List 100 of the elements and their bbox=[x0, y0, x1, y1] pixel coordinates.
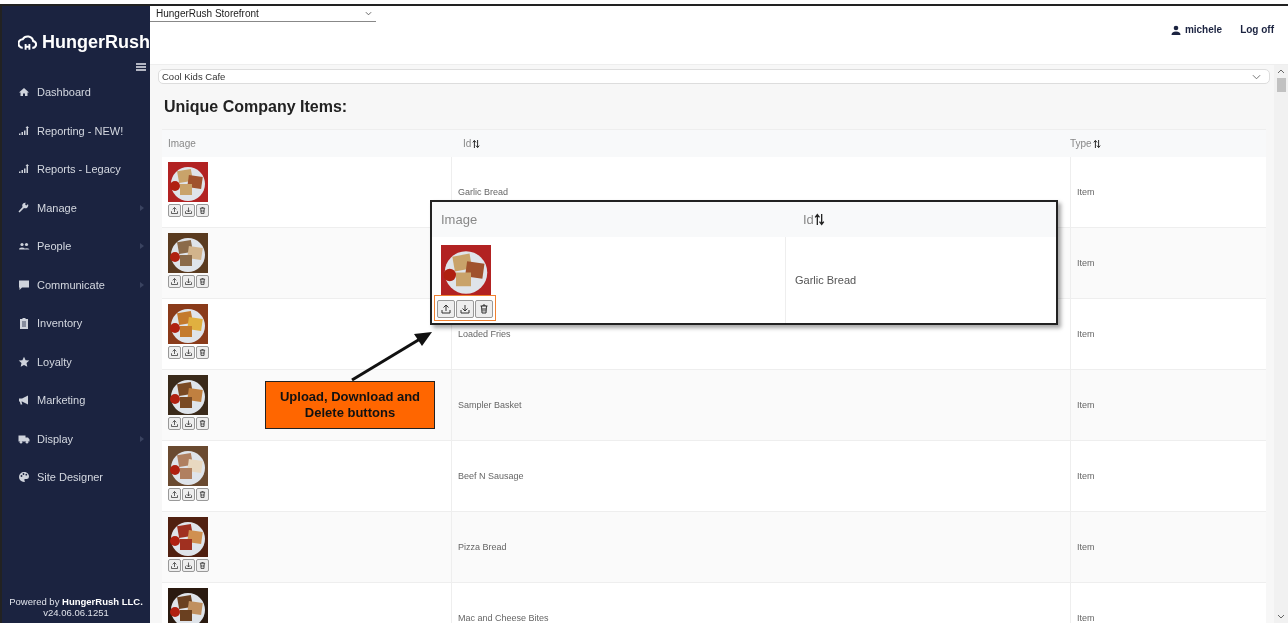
download-icon bbox=[184, 348, 193, 357]
delete-button[interactable] bbox=[196, 559, 209, 572]
download-button[interactable] bbox=[182, 488, 195, 501]
megaphone-icon bbox=[18, 394, 30, 407]
table-cell: Item bbox=[1077, 542, 1095, 552]
delete-button[interactable] bbox=[196, 346, 209, 359]
trash-icon bbox=[198, 348, 207, 357]
table-cell: Sampler Basket bbox=[458, 400, 522, 410]
menu-icon[interactable] bbox=[136, 63, 146, 71]
nav-item[interactable]: Marketing bbox=[2, 381, 150, 420]
location-select[interactable]: Cool Kids Cafe bbox=[158, 69, 1270, 84]
upload-button[interactable] bbox=[168, 488, 181, 501]
version-text: v24.06.06.1251 bbox=[43, 608, 109, 619]
sort-icon[interactable] bbox=[1092, 138, 1101, 149]
download-icon bbox=[184, 419, 193, 428]
download-icon bbox=[184, 277, 193, 286]
nav-item[interactable]: Inventory bbox=[2, 304, 150, 343]
delete-button[interactable] bbox=[196, 204, 209, 217]
chevron-down-icon bbox=[365, 11, 372, 16]
download-button[interactable] bbox=[182, 275, 195, 288]
download-icon bbox=[184, 490, 193, 499]
nav-item[interactable]: Site Designer bbox=[2, 458, 150, 497]
table-cell: Garlic Bread bbox=[795, 274, 857, 286]
column-header: Image bbox=[441, 212, 478, 227]
chat-icon bbox=[18, 278, 30, 291]
upload-button[interactable] bbox=[168, 346, 181, 359]
scrollbar-thumb[interactable] bbox=[1276, 78, 1286, 92]
nav-item[interactable]: People bbox=[2, 227, 150, 266]
table-cell: Beef N Sausage bbox=[458, 471, 524, 481]
table-cell: Item bbox=[1077, 187, 1095, 197]
upload-button[interactable] bbox=[168, 275, 181, 288]
download-button[interactable] bbox=[182, 346, 195, 359]
nav-item[interactable]: Reports - Legacy bbox=[2, 150, 150, 189]
upload-button[interactable] bbox=[168, 204, 181, 217]
table-cell: Pizza Bread bbox=[458, 542, 507, 552]
scrollbar[interactable] bbox=[1274, 65, 1288, 623]
trash-icon bbox=[198, 419, 207, 428]
nav-item[interactable]: Reporting - NEW! bbox=[2, 111, 150, 150]
store-select[interactable]: HungerRush Storefront bbox=[150, 6, 376, 22]
table-cell: Mac and Cheese Bites bbox=[458, 613, 549, 623]
star-icon bbox=[18, 355, 30, 368]
people-icon bbox=[18, 240, 30, 253]
upload-button[interactable] bbox=[168, 417, 181, 430]
bar-chart-icon bbox=[18, 124, 30, 137]
table-cell: Item bbox=[1077, 613, 1095, 623]
upload-icon bbox=[170, 561, 179, 570]
chevron-right-icon bbox=[140, 243, 144, 250]
scroll-up-icon[interactable] bbox=[1277, 69, 1285, 74]
download-button[interactable] bbox=[456, 300, 474, 318]
column-header[interactable]: Type bbox=[1070, 138, 1092, 149]
nav-item[interactable]: Display bbox=[2, 419, 150, 458]
bar-chart-icon bbox=[18, 163, 30, 176]
table-cell: Item bbox=[1077, 329, 1095, 339]
delete-button[interactable] bbox=[196, 488, 209, 501]
upload-icon bbox=[170, 490, 179, 499]
trash-icon bbox=[198, 561, 207, 570]
scroll-down-icon[interactable] bbox=[1277, 614, 1285, 619]
upload-button[interactable] bbox=[168, 559, 181, 572]
sort-icon[interactable] bbox=[472, 138, 481, 149]
upload-icon bbox=[170, 206, 179, 215]
callout-label: Upload, Download and Delete buttons bbox=[265, 381, 435, 429]
table-cell: Item bbox=[1077, 400, 1095, 410]
wrench-icon bbox=[18, 201, 30, 214]
nav-item[interactable]: Dashboard bbox=[2, 73, 150, 112]
download-button[interactable] bbox=[182, 559, 195, 572]
powered-by-text: Powered by HungerRush LLC. bbox=[9, 597, 143, 609]
upload-icon bbox=[170, 419, 179, 428]
download-button[interactable] bbox=[182, 417, 195, 430]
upload-icon bbox=[440, 303, 452, 315]
download-button[interactable] bbox=[182, 204, 195, 217]
column-header[interactable]: Id bbox=[463, 138, 472, 149]
chevron-right-icon bbox=[140, 281, 144, 288]
user-icon bbox=[1170, 24, 1181, 35]
username[interactable]: michele bbox=[1184, 24, 1223, 35]
delete-button[interactable] bbox=[196, 417, 209, 430]
upload-button[interactable] bbox=[437, 300, 455, 318]
table-cell: Item bbox=[1077, 471, 1095, 481]
nav-item[interactable]: Manage bbox=[2, 188, 150, 227]
nav-item[interactable]: Loyalty bbox=[2, 342, 150, 381]
nav-item[interactable]: Communicate bbox=[2, 265, 150, 304]
upload-icon bbox=[170, 348, 179, 357]
table-cell: Loaded Fries bbox=[458, 329, 511, 339]
sort-icon[interactable] bbox=[813, 213, 825, 226]
chevron-right-icon bbox=[140, 435, 144, 442]
delete-button[interactable] bbox=[196, 275, 209, 288]
chevron-down-icon bbox=[1252, 73, 1261, 80]
trash-icon bbox=[198, 206, 207, 215]
download-icon bbox=[459, 303, 471, 315]
trash-icon bbox=[198, 277, 207, 286]
clipboard-icon bbox=[18, 317, 30, 330]
home-icon bbox=[18, 86, 30, 99]
column-header[interactable]: Id bbox=[803, 212, 814, 227]
chevron-right-icon bbox=[140, 204, 144, 211]
download-icon bbox=[184, 206, 193, 215]
page-title: Unique Company Items: bbox=[164, 98, 349, 116]
delete-button[interactable] bbox=[475, 300, 493, 318]
upload-icon bbox=[170, 277, 179, 286]
logoff-link[interactable]: Log off bbox=[1240, 24, 1274, 35]
trash-icon bbox=[478, 303, 490, 315]
table-cell: Garlic Bread bbox=[458, 187, 509, 197]
